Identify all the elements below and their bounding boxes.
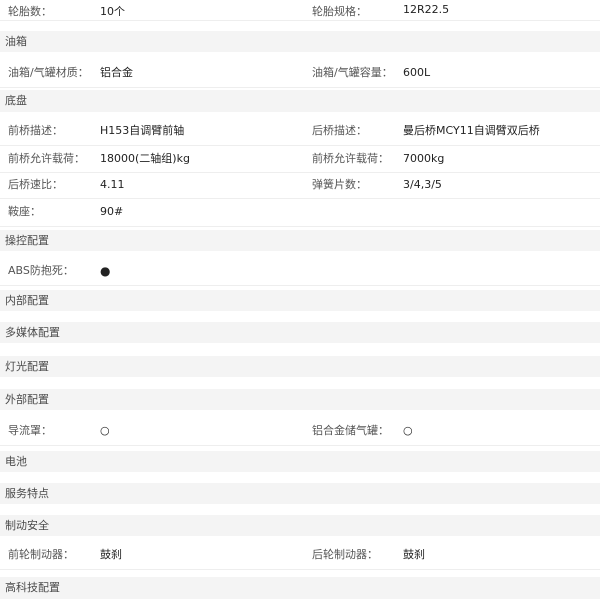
- spec-row-tire: 轮胎数： 10个 轮胎规格： 12R22.5: [0, 0, 600, 21]
- tire-spec-label: 轮胎规格：: [312, 5, 367, 18]
- section-high-tech: 高科技配置: [0, 577, 600, 599]
- tire-count-label: 轮胎数：: [8, 5, 52, 18]
- section-brake-safety: 制动安全: [0, 515, 600, 536]
- front-axle-desc-value: H153自调臂前轴: [100, 124, 185, 137]
- section-control: 操控配置: [0, 230, 600, 251]
- front-brake-value: 鼓刹: [100, 548, 122, 561]
- abs-standard-dot-icon: ●: [100, 264, 111, 278]
- tire-spec-value: 12R22.5: [403, 3, 450, 16]
- axle-load-label-right: 前桥允许载荷：: [312, 152, 389, 165]
- air-tank-optional-circle-icon: ○: [403, 424, 413, 437]
- tire-count-value: 10个: [100, 5, 125, 18]
- spec-row-tank: 油箱/气罐材质： 铝合金 油箱/气罐容量： 600L: [0, 59, 600, 88]
- section-lighting: 灯光配置: [0, 356, 600, 377]
- rear-axle-desc-label: 后桥描述：: [312, 124, 367, 137]
- section-exterior: 外部配置: [0, 389, 600, 410]
- axle-load-label-left: 前桥允许载荷：: [8, 152, 85, 165]
- rear-axle-ratio-label: 后桥速比：: [8, 178, 63, 191]
- spec-row-exterior: 导流罩： ○ 铝合金储气罐： ○: [0, 418, 600, 446]
- rear-brake-value: 鼓刹: [403, 548, 425, 561]
- abs-label: ABS防抱死：: [8, 264, 74, 277]
- front-brake-label: 前轮制动器：: [8, 548, 74, 561]
- rear-axle-ratio-value: 4.11: [100, 178, 125, 191]
- saddle-label: 鞍座：: [8, 205, 41, 218]
- section-fuel-tank: 油箱: [0, 31, 600, 52]
- spec-row-ratio: 后桥速比： 4.11 弹簧片数： 3/4,3/5: [0, 173, 600, 199]
- spec-row-load: 前桥允许载荷： 18000(二轴组)kg 前桥允许载荷： 7000kg: [0, 146, 600, 173]
- spring-count-label: 弹簧片数：: [312, 178, 367, 191]
- rear-axle-desc-value: 曼后桥MCY11自调臂双后桥: [403, 124, 540, 137]
- section-multimedia: 多媒体配置: [0, 322, 600, 343]
- tank-material-label: 油箱/气罐材质：: [8, 66, 89, 79]
- tank-material-value: 铝合金: [100, 66, 133, 79]
- deflector-optional-circle-icon: ○: [100, 424, 110, 437]
- spec-row-saddle: 鞍座： 90#: [0, 199, 600, 227]
- section-interior: 内部配置: [0, 290, 600, 311]
- air-tank-label: 铝合金储气罐：: [312, 424, 389, 437]
- spring-count-value: 3/4,3/5: [403, 178, 442, 191]
- spec-row-brakes: 前轮制动器： 鼓刹 后轮制动器： 鼓刹: [0, 542, 600, 570]
- front-axle-desc-label: 前桥描述：: [8, 124, 63, 137]
- spec-table: 轮胎数： 10个 轮胎规格： 12R22.5 油箱 油箱/气罐材质： 铝合金 油…: [0, 0, 600, 601]
- spec-row-abs: ABS防抱死： ●: [0, 258, 600, 286]
- axle-load-value-left: 18000(二轴组)kg: [100, 152, 190, 165]
- tank-capacity-value: 600L: [403, 66, 431, 79]
- section-service: 服务特点: [0, 483, 600, 504]
- tank-capacity-label: 油箱/气罐容量：: [312, 66, 393, 79]
- rear-brake-label: 后轮制动器：: [312, 548, 378, 561]
- section-chassis: 底盘: [0, 90, 600, 112]
- axle-load-value-right: 7000kg: [403, 152, 445, 165]
- saddle-value: 90#: [100, 205, 124, 218]
- spec-row-axle: 前桥描述： H153自调臂前轴 后桥描述： 曼后桥MCY11自调臂双后桥: [0, 118, 600, 146]
- section-battery: 电池: [0, 451, 600, 472]
- deflector-label: 导流罩：: [8, 424, 52, 437]
